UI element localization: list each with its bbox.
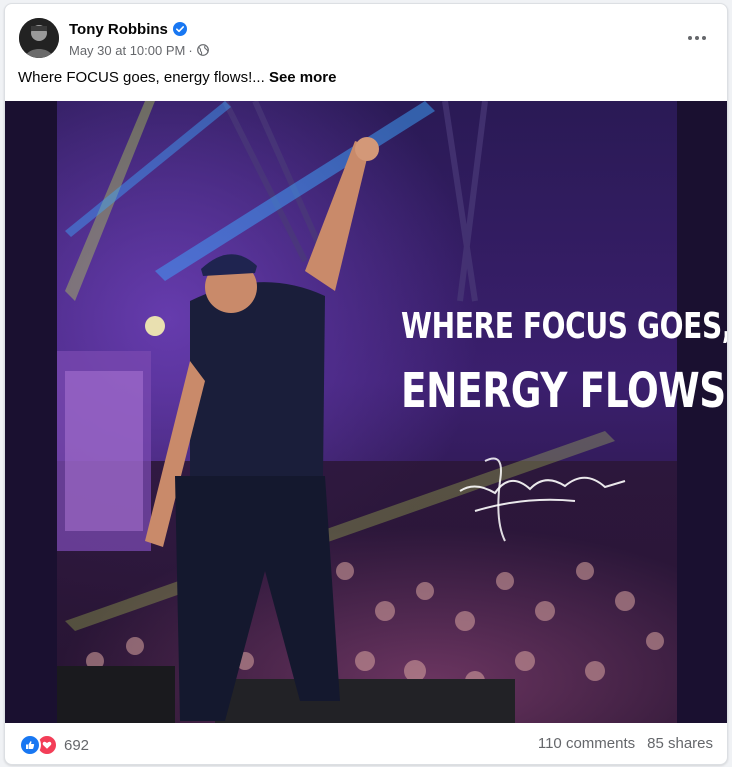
reaction-count: 692 bbox=[64, 736, 90, 754]
author-row: Tony Robbins bbox=[69, 19, 187, 39]
post-caption: Where FOCUS goes, energy flows!... See m… bbox=[18, 69, 336, 86]
shares-count-link[interactable]: 85 shares bbox=[647, 735, 713, 752]
verified-badge-icon bbox=[172, 22, 187, 36]
caption-text: Where FOCUS goes, energy flows!... bbox=[18, 69, 265, 86]
post-card: Tony Robbins May 30 at 10:00 PM · Where … bbox=[4, 3, 728, 765]
post-header: Tony Robbins May 30 at 10:00 PM · bbox=[19, 18, 713, 62]
like-reaction-icon bbox=[19, 734, 41, 756]
post-timestamp[interactable]: May 30 at 10:00 PM bbox=[69, 43, 185, 58]
reactions-summary[interactable]: 692 bbox=[19, 734, 89, 756]
post-image[interactable]: WHERE FOCUS GOES, ENERGY FLOWS bbox=[5, 101, 727, 723]
image-headline-line2: ENERGY FLOWS bbox=[401, 363, 726, 419]
globe-icon[interactable] bbox=[196, 44, 209, 56]
more-options-icon[interactable] bbox=[683, 24, 711, 52]
image-headline-line1: WHERE FOCUS GOES, bbox=[401, 306, 727, 347]
post-footer: 692 110 comments 85 shares bbox=[5, 724, 727, 764]
see-more-link[interactable]: See more bbox=[269, 69, 337, 86]
meta-separator: · bbox=[188, 42, 193, 58]
avatar[interactable] bbox=[19, 18, 59, 58]
post-meta: May 30 at 10:00 PM · bbox=[69, 41, 209, 59]
author-name[interactable]: Tony Robbins bbox=[69, 21, 168, 38]
engagement-stats: 110 comments 85 shares bbox=[538, 735, 713, 752]
comments-count-link[interactable]: 110 comments bbox=[538, 735, 635, 752]
